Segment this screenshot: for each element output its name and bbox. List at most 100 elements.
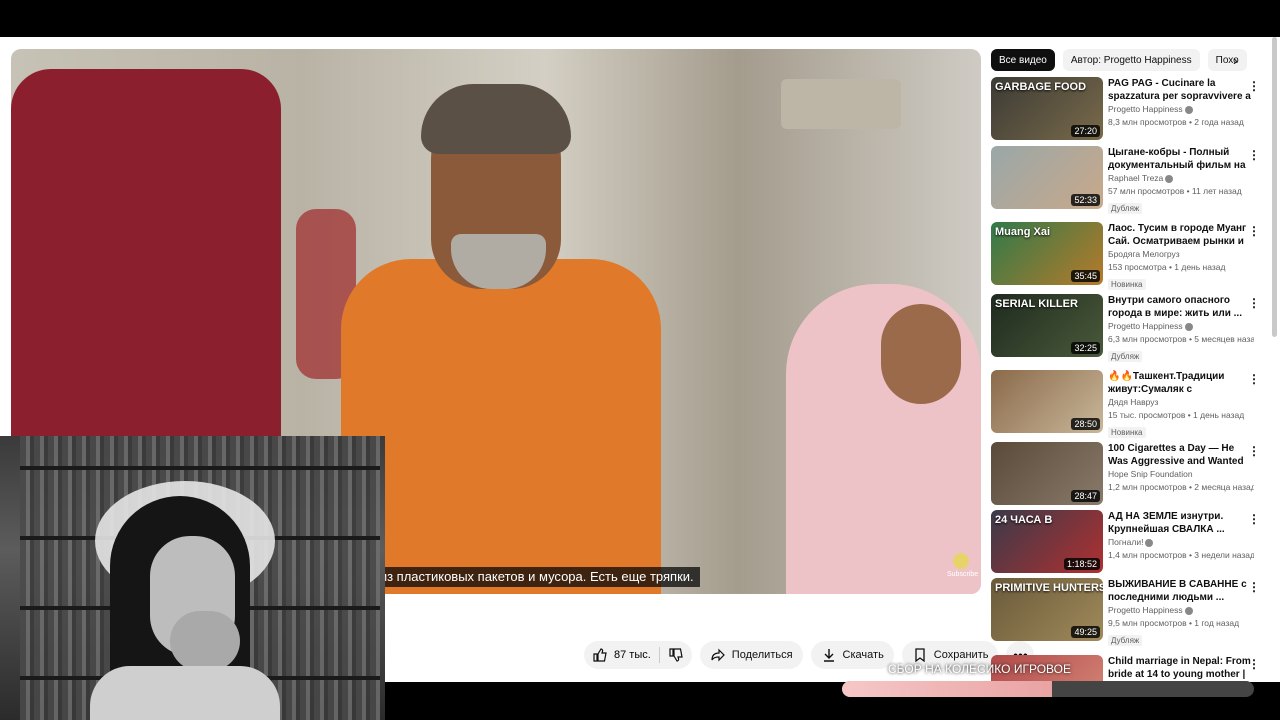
video-thumbnail[interactable]: GARBAGE FOOD 27:20: [991, 77, 1103, 140]
screen: ...из пластиковых пакетов и мусора. Есть…: [0, 0, 1280, 720]
streamer-shoulders: [90, 666, 280, 720]
video-meta: ВЫЖИВАНИЕ В САВАННЕ с последними людьми …: [1108, 578, 1254, 648]
kebab-menu-icon[interactable]: ⋮: [1248, 79, 1260, 93]
video-thumbnail[interactable]: 28:47: [991, 442, 1103, 505]
video-stats: 153 просмотра • 1 день назад: [1108, 262, 1226, 272]
wall-electric-meters: [781, 79, 901, 129]
video-meta: 🔥🔥Ташкент.Традиции живут:Сумаляк с сосед…: [1108, 370, 1254, 440]
download-button[interactable]: Скачать: [810, 641, 894, 669]
channel-name[interactable]: Погнали!: [1108, 536, 1254, 549]
recommendation-item[interactable]: 28:47 100 Cigarettes a Day — He Was Aggr…: [991, 442, 1266, 506]
share-button[interactable]: Поделиться: [699, 641, 803, 669]
video-badge: Новинка: [1108, 427, 1146, 438]
kebab-menu-icon[interactable]: ⋮: [1248, 580, 1260, 594]
donation-progress-fill: [842, 681, 1053, 697]
chip-all-videos[interactable]: Все видео: [991, 49, 1055, 71]
video-duration: 27:20: [1071, 125, 1100, 137]
download-label: Скачать: [842, 649, 884, 661]
video-duration: 52:33: [1071, 194, 1100, 206]
thumbs-down-icon: [669, 648, 683, 662]
channel-name-text: Progetto Happiness: [1108, 321, 1183, 331]
video-meta: Цыгане-кобры - Полный документальный фил…: [1108, 146, 1254, 216]
save-label: Сохранить: [933, 649, 989, 661]
video-badge: Новинка: [1108, 279, 1146, 290]
dislike-button[interactable]: [660, 641, 692, 669]
video-stats: 15 тыс. просмотров • 1 день назад: [1108, 410, 1245, 420]
woman-face: [881, 304, 961, 404]
channel-name[interactable]: Progetto Happiness: [1108, 103, 1254, 116]
recommendation-item[interactable]: GARBAGE FOOD 27:20 PAG PAG - Cucinare la…: [991, 77, 1266, 141]
channel-name-text: Дядя Навруз: [1108, 397, 1159, 407]
video-thumbnail[interactable]: 24 ЧАСА В 1:18:52: [991, 510, 1103, 573]
kebab-menu-icon[interactable]: ⋮: [1248, 148, 1260, 162]
page-scrollbar[interactable]: [1272, 37, 1277, 337]
kebab-menu-icon[interactable]: ⋮: [1248, 296, 1260, 310]
video-meta: PAG PAG - Cucinare la spazzatura per sop…: [1108, 77, 1254, 129]
video-meta: Внутри самого опасного города в мире: жи…: [1108, 294, 1254, 364]
recommendation-item[interactable]: Muang Xai 35:45 Лаос. Тусим в городе Муа…: [991, 222, 1266, 290]
channel-name[interactable]: Hope Snip Foundation: [1108, 468, 1254, 481]
video-thumbnail[interactable]: 28:50: [991, 370, 1103, 433]
video-title[interactable]: ВЫЖИВАНИЕ В САВАННЕ с последними людьми …: [1108, 578, 1254, 604]
like-dislike-group: 87 тыс.: [584, 641, 692, 669]
kebab-menu-icon[interactable]: ⋮: [1248, 372, 1260, 386]
kebab-menu-icon[interactable]: ⋮: [1248, 224, 1260, 238]
video-thumbnail[interactable]: SERIAL KILLER 32:25: [991, 294, 1103, 357]
video-thumbnail[interactable]: Muang Xai 35:45: [991, 222, 1103, 285]
video-badge: Дубляж: [1108, 635, 1143, 646]
video-duration: 49:25: [1071, 626, 1100, 638]
share-label: Поделиться: [731, 649, 793, 661]
video-duration: 32:25: [1071, 342, 1100, 354]
video-title[interactable]: Цыгане-кобры - Полный документальный фил…: [1108, 146, 1254, 172]
kebab-menu-icon[interactable]: ⋮: [1248, 444, 1260, 458]
thumbnail-text: GARBAGE FOOD: [995, 81, 1087, 93]
subscribe-watermark[interactable]: Subscribe: [947, 553, 978, 578]
kebab-menu-icon[interactable]: ⋮: [1248, 657, 1260, 671]
recommendation-item[interactable]: PRIMITIVE HUNTERS 49:25 ВЫЖИВАНИЕ В САВА…: [991, 578, 1266, 646]
video-title[interactable]: Внутри самого опасного города в мире: жи…: [1108, 294, 1254, 320]
chips-next-chevron-icon[interactable]: ›: [1233, 52, 1238, 68]
man-orange-shirt: [341, 259, 661, 594]
recommendation-item[interactable]: 24 ЧАСА В 1:18:52 АД НА ЗЕМЛЕ изнутри. К…: [991, 510, 1266, 574]
recommendation-item[interactable]: 52:33 Цыгане-кобры - Полный документальн…: [991, 146, 1266, 214]
video-title[interactable]: 🔥🔥Ташкент.Традиции живут:Сумаляк с сосед…: [1108, 370, 1254, 396]
video-stats: 8,3 млн просмотров • 2 года назад: [1108, 117, 1244, 127]
video-title[interactable]: Лаос. Тусим в городе Муанг Сай. Осматрив…: [1108, 222, 1254, 248]
download-icon: [823, 649, 834, 662]
chip-similar[interactable]: Похо: [1207, 49, 1247, 71]
video-meta: 100 Cigarettes a Day — He Was Aggressive…: [1108, 442, 1254, 494]
video-title[interactable]: Child marriage in Nepal: From bride at 1…: [1108, 655, 1254, 681]
channel-name[interactable]: Бродяга Мелогруз: [1108, 248, 1254, 261]
video-title[interactable]: PAG PAG - Cucinare la spazzatura per sop…: [1108, 77, 1254, 103]
video-title[interactable]: АД НА ЗЕМЛЕ изнутри. Крупнейшая СВАЛКА .…: [1108, 510, 1254, 536]
channel-name[interactable]: Дядя Навруз: [1108, 396, 1254, 409]
like-count: 87 тыс.: [614, 649, 651, 661]
verified-icon: [1184, 105, 1193, 114]
recommendation-item[interactable]: 28:50 🔥🔥Ташкент.Традиции живут:Сумаляк с…: [991, 370, 1266, 438]
video-thumbnail[interactable]: 52:33: [991, 146, 1103, 209]
video-stats: 57 млн просмотров • 11 лет назад: [1108, 186, 1242, 196]
channel-name-text: Raphael Treza: [1108, 173, 1164, 183]
video-thumbnail[interactable]: PRIMITIVE HUNTERS 49:25: [991, 578, 1103, 641]
recommendation-item[interactable]: SERIAL KILLER 32:25 Внутри самого опасно…: [991, 294, 1266, 362]
channel-name[interactable]: Raphael Treza: [1108, 172, 1254, 185]
donation-progress-bar: [842, 681, 1254, 697]
man-hair: [421, 84, 571, 154]
channel-name-text: Hope Snip Foundation: [1108, 469, 1193, 479]
video-meta: АД НА ЗЕМЛЕ изнутри. Крупнейшая СВАЛКА .…: [1108, 510, 1254, 562]
video-title[interactable]: 100 Cigarettes a Day — He Was Aggressive…: [1108, 442, 1254, 468]
video-stats: 1,2 млн просмотров • 2 месяца назад: [1108, 482, 1254, 492]
channel-name-text: Погнали!: [1108, 537, 1144, 547]
channel-name[interactable]: Progetto Happiness: [1108, 604, 1254, 617]
share-icon: [711, 648, 725, 662]
like-button[interactable]: 87 тыс.: [584, 641, 659, 669]
chip-author[interactable]: Автор: Progetto Happiness: [1062, 49, 1200, 71]
verified-icon: [1184, 322, 1193, 331]
kebab-menu-icon[interactable]: ⋮: [1248, 512, 1260, 526]
channel-name[interactable]: Progetto Happiness: [1108, 320, 1254, 333]
man-red-shirt: [11, 69, 281, 449]
video-meta: Лаос. Тусим в городе Муанг Сай. Осматрив…: [1108, 222, 1254, 292]
channel-logo-icon: [953, 553, 969, 569]
video-duration: 35:45: [1071, 270, 1100, 282]
video-badge: Дубляж: [1108, 203, 1143, 214]
